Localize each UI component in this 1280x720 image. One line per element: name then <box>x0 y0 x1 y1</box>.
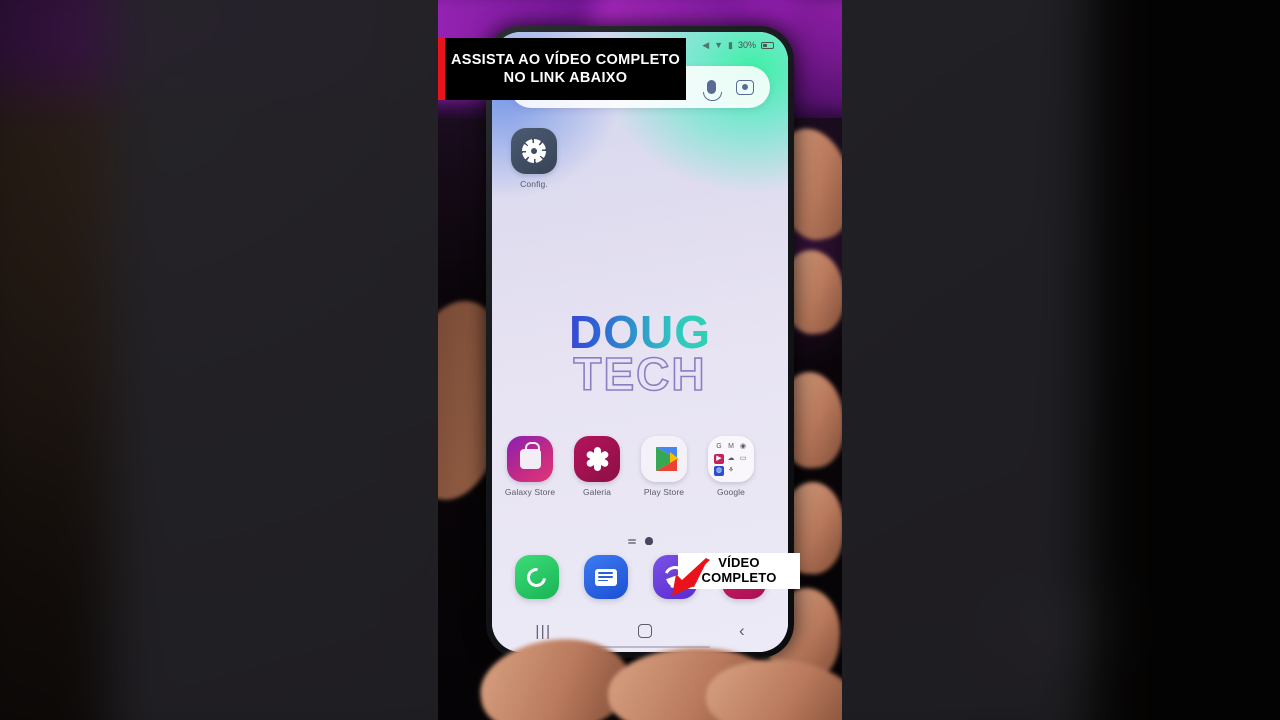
mini-google-icon: G <box>716 443 722 450</box>
battery-icon <box>761 41 774 49</box>
backdrop-meet-icon: ▭ <box>1084 637 1102 658</box>
banner-line-1: ASSISTA AO VÍDEO COMPLETO <box>450 52 681 68</box>
video-frame: D T G M ◉ ▶ ☁ ▭ <box>0 0 1280 720</box>
settings-gear-icon <box>511 128 557 174</box>
mini-maps-icon: ◉ <box>739 443 747 450</box>
app-label-config: Config. <box>520 179 548 189</box>
mini-photos-icon: ◍ <box>714 466 724 476</box>
app-icon-galeria[interactable]: Galeria <box>569 436 625 497</box>
play-glyph <box>655 447 679 471</box>
play-triangle-icon <box>641 436 687 482</box>
mini-assistant-icon: ⚘ <box>727 467 735 474</box>
mini-youtube-icon: ▶ <box>714 454 724 464</box>
phone-handset-icon[interactable] <box>514 555 559 599</box>
red-arrow-icon <box>672 558 710 596</box>
app-label-galeria: Galeria <box>582 487 612 497</box>
home-square-icon[interactable] <box>638 624 653 638</box>
signal-icon: ▮ <box>728 39 733 50</box>
lens-icon[interactable] <box>736 79 754 95</box>
message-icon[interactable] <box>583 555 628 599</box>
backdrop-maps-icon: ◉ <box>1084 607 1102 628</box>
wifi-icon: ▼ <box>714 40 724 50</box>
backdrop-drive-icon: ☁ <box>1045 637 1065 658</box>
callout-line-2: COMPLETO <box>701 570 777 585</box>
mic-icon[interactable] <box>703 80 722 101</box>
battery-percent-label: 30% <box>737 40 756 50</box>
page-indicator-apps[interactable] <box>627 538 636 544</box>
mini-drive-icon: ☁ <box>727 455 735 462</box>
handset-glyph <box>523 563 550 591</box>
app-icon-galaxy-store[interactable]: Galaxy Store <box>502 436 558 497</box>
page-indicator-home[interactable] <box>644 537 653 545</box>
backdrop-gmail-icon: M <box>1047 607 1063 628</box>
mini-meet-icon: ▭ <box>739 455 747 462</box>
banner-line-2: NO LINK ABAIXO <box>503 70 628 86</box>
app-label-galaxy-store: Galaxy Store <box>504 487 556 497</box>
mute-icon: ◀ <box>702 39 710 50</box>
flower-glyph <box>584 446 610 472</box>
app-label-google: Google <box>716 487 745 497</box>
app-icon-play-store[interactable]: Play Store <box>636 436 692 497</box>
folder-mini-icons: G M ◉ ▶ ☁ ▭ ◍ ⚘ <box>714 442 748 476</box>
video-content-column: ◀ ▼ ▮ 30% G <box>438 0 842 720</box>
backdrop-google-icon: G <box>1009 607 1025 628</box>
flower-icon <box>574 436 620 482</box>
app-label-play-store: Play Store <box>643 487 685 497</box>
logo-text-tech: TECH <box>573 348 707 401</box>
backdrop-youtube-icon: ▶ <box>1009 637 1025 658</box>
channel-logo: DOUG TECH <box>492 309 788 401</box>
callout-line-1: VÍDEO <box>718 555 760 571</box>
mini-gmail-icon: M <box>728 443 734 450</box>
mini-empty-slot <box>738 466 748 476</box>
backdrop-google-folder-icons: G M ◉ ▶ ☁ ▭ <box>1000 605 1110 661</box>
back-button[interactable]: ‹ <box>739 621 745 641</box>
top-banner-overlay: ASSISTA AO VÍDEO COMPLETO NO LINK ABAIXO <box>438 38 686 100</box>
shopping-bag-icon <box>507 436 553 482</box>
message-glyph <box>594 568 617 586</box>
gear-glyph <box>522 139 546 163</box>
recents-button[interactable]: ||| <box>535 623 551 640</box>
app-folder-google[interactable]: G M ◉ ▶ ☁ ▭ ◍ ⚘ Google <box>703 436 759 497</box>
app-icon-config[interactable]: Config. <box>506 128 562 189</box>
folder-icon: G M ◉ ▶ ☁ ▭ ◍ ⚘ <box>708 436 754 482</box>
page-indicators[interactable] <box>492 537 788 545</box>
